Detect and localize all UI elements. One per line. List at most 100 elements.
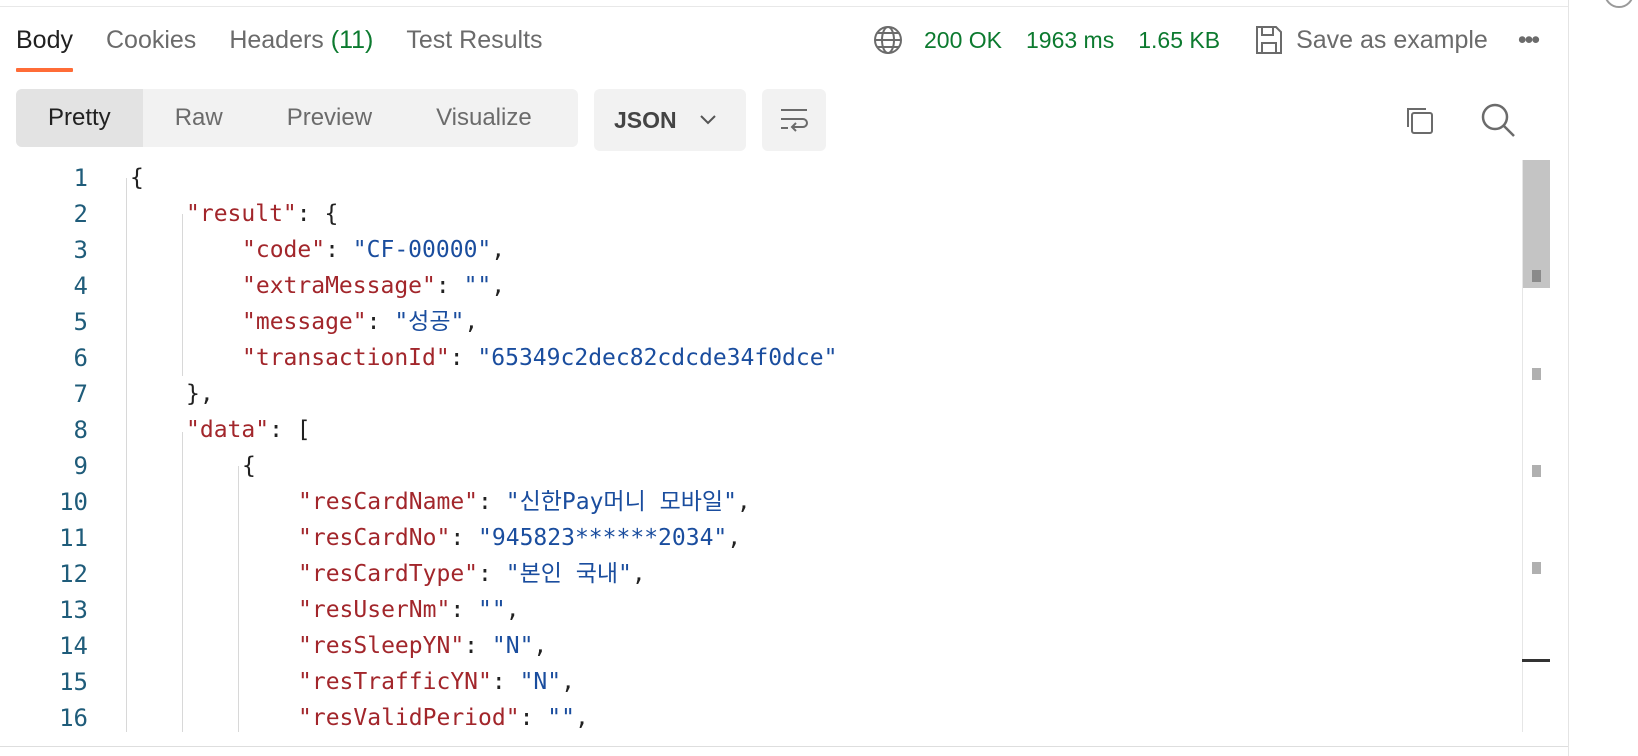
- code-line-content: },: [186, 376, 214, 412]
- json-string: "65349c2dec82cdcde34f0dce": [477, 345, 838, 371]
- json-string: "CF-00000": [352, 237, 492, 263]
- word-wrap-icon: [781, 109, 808, 132]
- top-divider: [0, 6, 1568, 7]
- json-punctuation: : [: [269, 417, 311, 443]
- globe-icon[interactable]: [872, 24, 904, 56]
- json-punctuation: :: [478, 561, 506, 587]
- code-line-content: "data": [: [186, 412, 311, 448]
- json-string: "N": [519, 669, 562, 695]
- json-string: "본인 국내": [505, 561, 632, 587]
- indent-guide: [182, 432, 183, 732]
- view-mode-visualize[interactable]: Visualize: [404, 89, 564, 147]
- scroll-marker: [1532, 465, 1541, 477]
- json-punctuation: :: [366, 309, 395, 335]
- code-line-content: "resUserNm": "",: [298, 592, 520, 628]
- code-line-content: "extraMessage": "",: [242, 268, 505, 304]
- save-icon: [1256, 26, 1283, 54]
- code-line: 2 "result": {: [0, 196, 1520, 232]
- line-number: 9: [73, 452, 88, 480]
- save-as-example-button[interactable]: Save as example: [1254, 24, 1488, 56]
- view-mode-raw[interactable]: Raw: [143, 89, 255, 147]
- json-punctuation: ,: [505, 597, 520, 623]
- headers-count-badge: (11): [330, 26, 374, 54]
- code-line-content: "result": {: [186, 196, 338, 232]
- tab-test-results[interactable]: Test Results: [406, 22, 542, 72]
- line-number: 6: [73, 344, 88, 372]
- line-number: 13: [59, 596, 88, 624]
- json-punctuation: :: [519, 705, 548, 731]
- more-options-icon[interactable]: •••: [1518, 26, 1540, 55]
- code-line-content: "message": "성공",: [242, 304, 478, 340]
- scroll-cursor-marker: [1522, 659, 1550, 662]
- tab-body-label: Body: [16, 26, 73, 54]
- format-dropdown[interactable]: JSON: [594, 89, 746, 151]
- line-number: 12: [59, 560, 88, 588]
- save-as-example-label: Save as example: [1296, 25, 1488, 54]
- code-line: 3 "code": "CF-00000",: [0, 232, 1520, 268]
- view-mode-preview[interactable]: Preview: [255, 89, 404, 147]
- response-body-viewer[interactable]: 1{ 2 "result": { 3 "code": "CF-00000", 4 "extr…: [0, 160, 1520, 732]
- json-punctuation: ,: [491, 273, 506, 299]
- line-number: 16: [59, 704, 88, 732]
- response-time[interactable]: 1963 ms: [1026, 27, 1114, 54]
- view-mode-selector: Pretty Raw Preview Visualize: [16, 89, 578, 147]
- code-line-content: "code": "CF-00000",: [242, 232, 505, 268]
- indent-guide: [182, 214, 183, 376]
- json-key: "extraMessage": [242, 273, 436, 299]
- code-line-content: "resSleepYN": "N",: [298, 628, 547, 664]
- json-punctuation: :: [325, 237, 353, 263]
- tab-cookies-label: Cookies: [105, 26, 197, 54]
- json-key: "resCardNo": [298, 525, 451, 551]
- code-line-content: "resCardName": "신한Pay머니 모바일",: [298, 484, 751, 520]
- line-number: 8: [73, 416, 88, 444]
- json-key: "message": [242, 309, 367, 335]
- scroll-marker: [1532, 270, 1541, 282]
- indent-guide: [238, 466, 239, 732]
- word-wrap-button[interactable]: [762, 89, 826, 151]
- json-punctuation: :: [491, 669, 520, 695]
- json-punctuation: ,: [736, 489, 751, 515]
- json-punctuation: :: [464, 633, 492, 659]
- json-punctuation: :: [435, 273, 464, 299]
- tab-cookies[interactable]: Cookies: [106, 22, 196, 72]
- response-size[interactable]: 1.65 KB: [1138, 27, 1220, 54]
- tab-headers[interactable]: Headers (11): [229, 22, 373, 72]
- line-number: 2: [73, 200, 88, 228]
- view-mode-pretty[interactable]: Pretty: [16, 89, 143, 147]
- code-line: 1{: [0, 160, 1520, 196]
- json-string: "945823******2034": [478, 525, 728, 551]
- json-string: "": [478, 597, 506, 623]
- chevron-down-icon: [699, 115, 716, 125]
- format-dropdown-value: JSON: [614, 106, 677, 133]
- json-punctuation: :: [478, 489, 506, 515]
- json-key: "resSleepYN": [298, 633, 465, 659]
- scroll-marker: [1532, 562, 1541, 574]
- json-key: "code": [242, 237, 326, 263]
- json-key: "resCardType": [298, 561, 479, 587]
- json-punctuation: ,: [533, 633, 548, 659]
- json-key: "transactionId": [242, 345, 450, 371]
- code-line-content: "resCardNo": "945823******2034",: [298, 520, 741, 556]
- copy-icon[interactable]: [1400, 101, 1440, 141]
- json-string: "": [463, 273, 492, 299]
- tab-headers-label: Headers: [229, 26, 324, 54]
- json-key: "resUserNm": [298, 597, 451, 623]
- line-number: 3: [73, 236, 88, 264]
- response-status-bar: 200 OK 1963 ms 1.65 KB Save as example •…: [872, 22, 1540, 58]
- scrollbar-thumb[interactable]: [1523, 160, 1550, 288]
- tab-body[interactable]: Body: [16, 22, 73, 72]
- info-icon[interactable]: [1604, 0, 1634, 8]
- status-code[interactable]: 200 OK: [924, 27, 1002, 54]
- code-line: 9{: [0, 448, 1520, 484]
- line-number: 14: [59, 632, 88, 660]
- json-punctuation: {: [130, 165, 144, 191]
- search-icon[interactable]: [1478, 100, 1518, 140]
- code-line: 14 "resSleepYN": "N",: [0, 628, 1520, 664]
- scroll-marker: [1532, 368, 1541, 380]
- tab-test-results-label: Test Results: [406, 26, 543, 54]
- json-string: "성공": [394, 309, 465, 335]
- code-line: 4 "extraMessage": "",: [0, 268, 1520, 304]
- line-number: 4: [73, 272, 88, 300]
- response-tabs: Body Cookies Headers (11) Test Results: [16, 22, 576, 74]
- json-key: "resCardName": [298, 489, 479, 515]
